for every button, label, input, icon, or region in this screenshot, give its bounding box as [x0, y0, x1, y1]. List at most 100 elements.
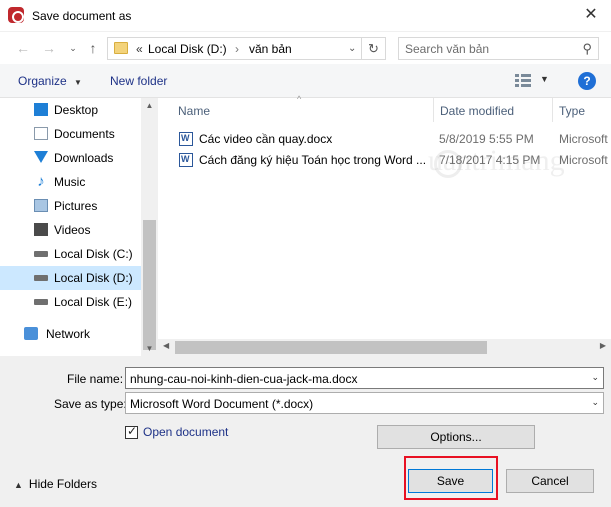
file-list: uantrimang Name ^ Date modified Type Các… [158, 94, 611, 356]
search-box[interactable]: ⚲ [398, 37, 599, 60]
sidebar-item-pictures[interactable]: Pictures [0, 194, 141, 218]
save-as-type-label: Save as type: [54, 397, 127, 411]
file-date: 7/18/2017 4:15 PM [439, 153, 541, 167]
chevron-down-icon[interactable]: ⌄ [591, 372, 599, 383]
column-header-date-modified[interactable]: Date modified [434, 98, 553, 122]
window-title: Save document as [32, 9, 132, 23]
command-toolbar: Organize ▼ New folder ▼ ? [0, 64, 611, 98]
sidebar-item-label: Downloads [54, 151, 114, 165]
save-as-type-value: Microsoft Word Document (*.docx) [130, 397, 314, 411]
word-document-icon [179, 153, 193, 167]
sidebar-scrollbar[interactable]: ▲ ▼ [141, 98, 158, 356]
sidebar-item-label: Music [54, 175, 86, 189]
drive-icon [34, 251, 48, 257]
desktop-icon [34, 103, 48, 116]
file-name-value: nhung-cau-noi-kinh-dien-cua-jack-ma.docx [130, 372, 358, 386]
word-document-icon [179, 132, 193, 146]
up-icon[interactable]: ↑ [82, 37, 104, 59]
address-dropdown-icon[interactable]: ⌄ [348, 43, 356, 54]
sidebar-item-desktop[interactable]: Desktop [0, 98, 141, 122]
forward-icon[interactable]: → [38, 37, 60, 59]
breadcrumb-item-local-disk-d[interactable]: Local Disk (D:) [148, 42, 227, 56]
breadcrumb-overflow[interactable]: « [136, 42, 143, 56]
drive-icon [34, 299, 48, 305]
scroll-up-icon[interactable]: ▲ [141, 101, 158, 110]
open-document-label[interactable]: Open document [143, 425, 228, 439]
column-header-type[interactable]: Type [553, 98, 611, 122]
file-row[interactable]: Cách đăng ký hiệu Toán học trong Word ..… [158, 149, 611, 171]
sort-caret-icon: ^ [297, 94, 302, 104]
column-header-label: Name [178, 104, 211, 118]
column-header-name[interactable]: Name ^ [158, 94, 434, 122]
organize-button[interactable]: Organize ▼ [18, 74, 82, 88]
address-bar[interactable]: « Local Disk (D:) › văn bản ⌄ [107, 37, 362, 60]
title-bar: Save document as ✕ [0, 0, 611, 32]
new-folder-button[interactable]: New folder [110, 74, 167, 88]
sidebar-item-label: Documents [54, 127, 115, 141]
sidebar-item-label: Local Disk (C:) [54, 247, 133, 261]
documents-icon [34, 127, 48, 140]
view-caret-icon[interactable]: ▼ [540, 74, 549, 84]
app-icon [8, 7, 24, 23]
file-name: Cách đăng ký hiệu Toán học trong Word ..… [199, 153, 427, 167]
save-as-type-select[interactable]: Microsoft Word Document (*.docx) ⌄ [125, 392, 604, 414]
sidebar-scroll-thumb[interactable] [143, 220, 156, 350]
sidebar-item-local-disk-c[interactable]: Local Disk (C:) [0, 242, 141, 266]
file-date: 5/8/2019 5:55 PM [439, 132, 534, 146]
breadcrumb-separator[interactable]: › [235, 42, 239, 56]
view-options-icon[interactable] [515, 73, 533, 87]
sidebar-item-music[interactable]: ♪ Music [0, 170, 141, 194]
videos-icon [34, 223, 48, 236]
refresh-icon[interactable]: ↻ [362, 37, 386, 60]
file-list-hscrollbar[interactable]: ◀ ▶ [158, 339, 611, 356]
sidebar-item-downloads[interactable]: Downloads [0, 146, 141, 170]
downloads-icon [34, 151, 48, 163]
column-header-label: Date modified [440, 104, 515, 118]
hscroll-thumb[interactable] [175, 341, 487, 354]
search-input[interactable] [405, 41, 575, 57]
sidebar-item-local-disk-d[interactable]: Local Disk (D:) [0, 266, 141, 290]
organize-caret-icon: ▼ [74, 78, 82, 87]
sidebar-item-label: Desktop [54, 103, 99, 117]
hide-folders-button[interactable]: ▲ Hide Folders [14, 477, 97, 491]
drive-icon [34, 275, 48, 281]
chevron-down-icon[interactable]: ⌄ [591, 397, 599, 408]
pictures-icon [34, 199, 48, 212]
sidebar-item-videos[interactable]: Videos [0, 218, 141, 242]
sidebar-item-label: Pictures [54, 199, 98, 213]
folder-icon [114, 42, 128, 54]
sidebar-item-label: Videos [54, 223, 91, 237]
column-header-label: Type [559, 104, 586, 118]
sidebar-item-label: Local Disk (D:) [54, 271, 133, 285]
hide-folders-label: Hide Folders [28, 477, 97, 491]
file-type: Microsoft [559, 132, 608, 146]
file-name: Các video cần quay.docx [199, 132, 333, 146]
navigation-bar: ← → ⌄ ↑ « Local Disk (D:) › văn bản ⌄ ↻ … [0, 33, 611, 63]
network-icon [24, 327, 38, 340]
open-document-checkbox[interactable] [125, 424, 138, 439]
close-button[interactable]: ✕ [571, 0, 611, 32]
sidebar-item-documents[interactable]: Documents [0, 122, 141, 146]
cancel-button[interactable]: Cancel [506, 469, 594, 493]
recent-locations-icon[interactable]: ⌄ [62, 37, 84, 59]
scroll-down-icon[interactable]: ▼ [141, 344, 158, 353]
file-row[interactable]: Các video cần quay.docx 5/8/2019 5:55 PM… [158, 128, 611, 150]
navigation-pane: Desktop Documents Downloads ♪ Music Pict… [0, 98, 158, 356]
save-highlight-box [404, 456, 498, 500]
search-icon[interactable]: ⚲ [582, 41, 592, 57]
sidebar-item-label: Network [46, 327, 91, 341]
scroll-right-icon[interactable]: ▶ [600, 341, 606, 350]
music-icon: ♪ [37, 173, 45, 190]
file-name-field[interactable]: nhung-cau-noi-kinh-dien-cua-jack-ma.docx… [125, 367, 604, 389]
file-name-label: File name: [67, 372, 124, 386]
help-icon[interactable]: ? [578, 72, 596, 90]
file-type: Microsoft [559, 153, 608, 167]
chevron-up-icon: ▲ [14, 480, 23, 490]
back-icon[interactable]: ← [12, 37, 34, 59]
sidebar-item-network[interactable]: Network [0, 322, 141, 346]
sidebar-item-local-disk-e[interactable]: Local Disk (E:) [0, 290, 141, 314]
options-button[interactable]: Options... [377, 425, 535, 449]
breadcrumb-item-van-ban[interactable]: văn bản [249, 42, 292, 56]
organize-label: Organize [18, 74, 67, 88]
scroll-left-icon[interactable]: ◀ [163, 341, 169, 350]
